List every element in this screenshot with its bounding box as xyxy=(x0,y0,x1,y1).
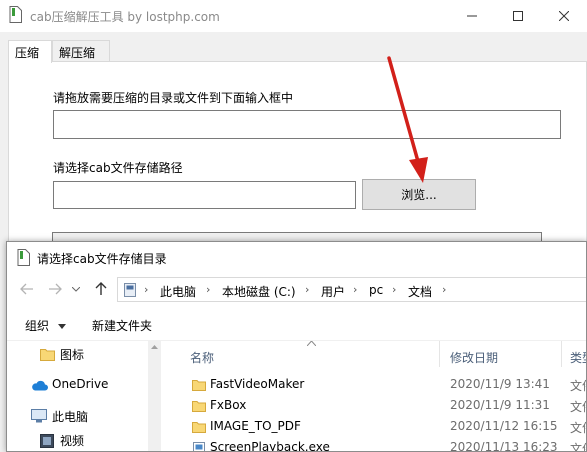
annotation-arrow xyxy=(387,56,428,183)
tab-compress[interactable]: 压缩 xyxy=(8,40,52,63)
